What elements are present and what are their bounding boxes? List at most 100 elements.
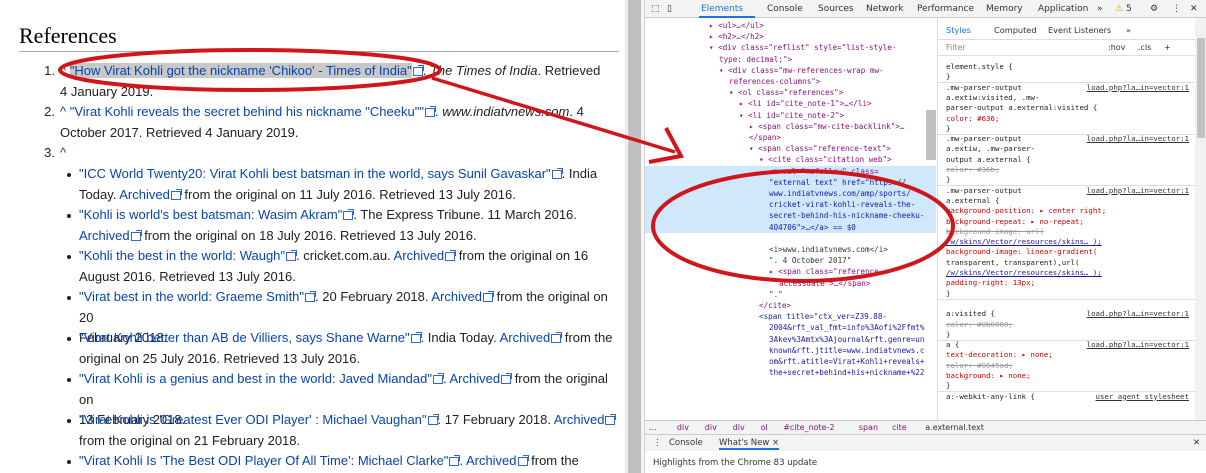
css-property-line[interactable]: color: #636; [946, 114, 999, 124]
css-property-line[interactable]: color: #36b; [946, 165, 999, 175]
css-property-line[interactable]: background-image: url( [946, 227, 1044, 237]
css-property-line[interactable]: background-image: linear-gradient( [946, 247, 1097, 257]
css-property-line[interactable]: transparent, transparent),url( [946, 258, 1080, 268]
archived-link[interactable]: Archived [79, 228, 130, 243]
styles-tab-2[interactable]: Event Listeners [1048, 25, 1111, 35]
filter-option[interactable]: .cls [1138, 43, 1151, 53]
css-source-link[interactable]: load.php?la…in=vector:1 [1087, 134, 1189, 144]
kebab-menu-icon[interactable]: ⋮ [1172, 4, 1181, 14]
breadcrumb-item[interactable]: div [705, 423, 717, 432]
devtools-tab-memory[interactable]: Memory [986, 4, 1023, 14]
filter-input[interactable]: Filter [946, 43, 966, 53]
reference-title-link[interactable]: "Virat Kohli reveals the secret behind h… [70, 104, 424, 119]
citation-title-link[interactable]: "Virat best in the world: Graeme Smith" [79, 289, 304, 304]
devtools-tab-elements[interactable]: Elements [701, 4, 743, 14]
dom-node-line[interactable]: ▸ <span class="mw-cite-backlink">… [749, 121, 904, 132]
archived-link[interactable]: Archived [500, 330, 551, 345]
dom-node-line[interactable]: ▾ <span class="reference-text"> [749, 143, 891, 154]
dom-node-line[interactable]: om&rft.atitle=Virat+Kohli+reveals+ [769, 356, 924, 367]
citation-title-link[interactable]: "ICC World Twenty20: Virat Kohli best ba… [79, 166, 551, 181]
archived-link[interactable]: Archived [450, 371, 501, 386]
dom-node-line[interactable]: 404706">…</a> == $0 [769, 222, 856, 233]
breadcrumb-item[interactable]: a.external.text [925, 423, 984, 432]
css-property-line[interactable]: color: #0645ad; [946, 361, 1013, 371]
css-property-line[interactable]: background-position: ▸ center right; [946, 206, 1106, 216]
dom-node-line[interactable]: </cite> [759, 300, 791, 311]
devtools-tab-console[interactable]: Console [767, 4, 803, 14]
citation-title-link[interactable]: "Virat Kohli better than AB de Villiers,… [79, 330, 410, 345]
breadcrumb-item[interactable]: #cite_note-2 [783, 423, 834, 432]
dom-node-line[interactable]: <span title="ctx_ver=Z39.88- [759, 311, 887, 322]
page-scrollbar-thumb[interactable] [628, 0, 641, 473]
breadcrumb-item[interactable]: div [677, 423, 689, 432]
devtools-tab-performance[interactable]: Performance [917, 4, 974, 14]
styles-tab-3[interactable]: » [1126, 25, 1131, 35]
archived-link[interactable]: Archived [394, 248, 445, 263]
dom-node-line[interactable]: 2004&rft_val_fmt=info%3Aofi%2Ffmt% [769, 322, 924, 333]
devtools-tab-network[interactable]: Network [866, 4, 904, 14]
css-property-line[interactable]: background-repeat: ▸ no-repeat; [946, 217, 1084, 227]
dom-node-line[interactable]: ". 4 October 2017" [769, 255, 851, 266]
dom-node-line[interactable]: "external text" href="https:// [769, 177, 906, 188]
dom-node-line[interactable]: www.indiatvnews.com/amp/sports/ [769, 188, 911, 199]
dom-node-line[interactable]: secret-behind-his-nickname-cheeku- [769, 210, 924, 221]
drawer-tab-1[interactable]: What's New × [719, 438, 780, 450]
devtools-tab-sources[interactable]: Sources [818, 4, 854, 14]
archived-link[interactable]: Archived [554, 412, 605, 427]
citation-title-link[interactable]: "Virat Kohli is 'Greatest Ever ODI Playe… [79, 412, 427, 427]
drawer-menu-icon[interactable]: ⋮ [653, 438, 662, 448]
styles-scrollbar[interactable] [1195, 18, 1206, 420]
css-property-line[interactable]: text-decoration: ▸ none; [946, 350, 1053, 360]
citation-title-link[interactable]: "Virat Kohli Is 'The Best ODI Player Of … [79, 453, 448, 468]
styles-tab-0[interactable]: Styles [946, 25, 971, 35]
filter-option[interactable]: :hov [1108, 43, 1125, 53]
css-source-link[interactable]: load.php?la…in=vector:1 [1087, 83, 1189, 93]
archived-link[interactable]: Archived [431, 289, 482, 304]
css-source-link[interactable]: load.php?la…in=vector:1 [1087, 340, 1189, 350]
archived-link[interactable]: Archived [466, 453, 517, 468]
dom-node-line[interactable]: accessdate">…</span> [779, 278, 870, 289]
dom-node-line[interactable]: the+secret+behind+his+nickname+%22 [769, 367, 924, 378]
css-property-line[interactable]: background: ▸ none; [946, 371, 1031, 381]
backlink-caret[interactable]: ^ [60, 104, 70, 119]
dom-node-line[interactable]: <a rel="nofollow" class= [769, 166, 879, 177]
dom-node-line[interactable]: references-columns"> [729, 76, 820, 87]
css-property-line[interactable]: /w/skins/Vector/resources/skins… ); [946, 268, 1102, 278]
dom-node-line[interactable]: ▸ <ul>…</ul> [709, 20, 764, 31]
dom-node-line[interactable]: ▸ <h2>…</h2> [709, 31, 764, 42]
dom-node-line[interactable]: </span> [749, 132, 781, 143]
inspect-icon[interactable]: ⬚ [651, 4, 660, 14]
breadcrumb-item[interactable]: ... [649, 423, 657, 432]
dom-node-line[interactable]: ▾ <cite class="citation web"> [759, 154, 892, 165]
reference-title-link[interactable]: "How Virat Kohli got the nickname 'Chiko… [69, 63, 412, 78]
dom-node-line[interactable]: ▾ <div class="reflist" style="list-style… [709, 42, 896, 53]
backlink-caret[interactable]: ^ [60, 63, 70, 78]
dom-node-line[interactable]: 3Akev%3Amtx%3Ajournal&rft.genre=un [769, 334, 924, 345]
citation-title-link[interactable]: "Virat Kohli is a genius and best in the… [79, 371, 432, 386]
styles-filter-bar[interactable]: Filter :hov .cls + [938, 40, 1195, 56]
filter-option[interactable]: + [1164, 43, 1171, 53]
breadcrumb-item[interactable]: cite [892, 423, 907, 432]
elements-tree[interactable]: ▸ <ul>…</ul> ▸ <h2>…</h2> ▾ <div class="re… [645, 18, 936, 420]
archived-link[interactable]: Archived [119, 187, 170, 202]
dom-node-line[interactable]: "." [769, 289, 783, 300]
dom-node-line[interactable]: ▸ <li id="cite_note-1">…</li> [739, 98, 872, 109]
dom-node-line[interactable]: cricket-virat-kohli-reveals-the- [769, 199, 915, 210]
elements-scrollbar-thumb[interactable] [926, 110, 936, 160]
more-tabs-icon[interactable]: » [1097, 4, 1103, 14]
page-scrollbar[interactable] [625, 0, 643, 473]
breadcrumb-item[interactable]: ol [761, 423, 768, 432]
breadcrumb-item[interactable]: span [859, 423, 878, 432]
gear-icon[interactable]: ⚙ [1150, 4, 1158, 14]
css-property-line[interactable]: color: #0b0080; [946, 320, 1013, 330]
citation-title-link[interactable]: "Kohli is world's best batsman: Wasim Ak… [79, 207, 342, 222]
citation-title-link[interactable]: "Kohli the best in the world: Waugh" [79, 248, 285, 263]
dom-node-line[interactable]: ▾ <ol class="references"> [729, 87, 843, 98]
close-icon[interactable]: ✕ [1190, 4, 1198, 14]
dom-node-line[interactable]: known&rft.jtitle=www.indiatvnews.c [769, 345, 924, 356]
dom-node-line[interactable]: type: decimal;"> [719, 54, 792, 65]
css-property-line[interactable]: padding-right: 13px; [946, 278, 1035, 288]
dom-node-line[interactable]: <i>www.indiatvnews.com</i> [769, 244, 888, 255]
backlink-caret[interactable]: ^ [60, 145, 66, 160]
drawer-close-icon[interactable]: ✕ [1193, 438, 1200, 448]
